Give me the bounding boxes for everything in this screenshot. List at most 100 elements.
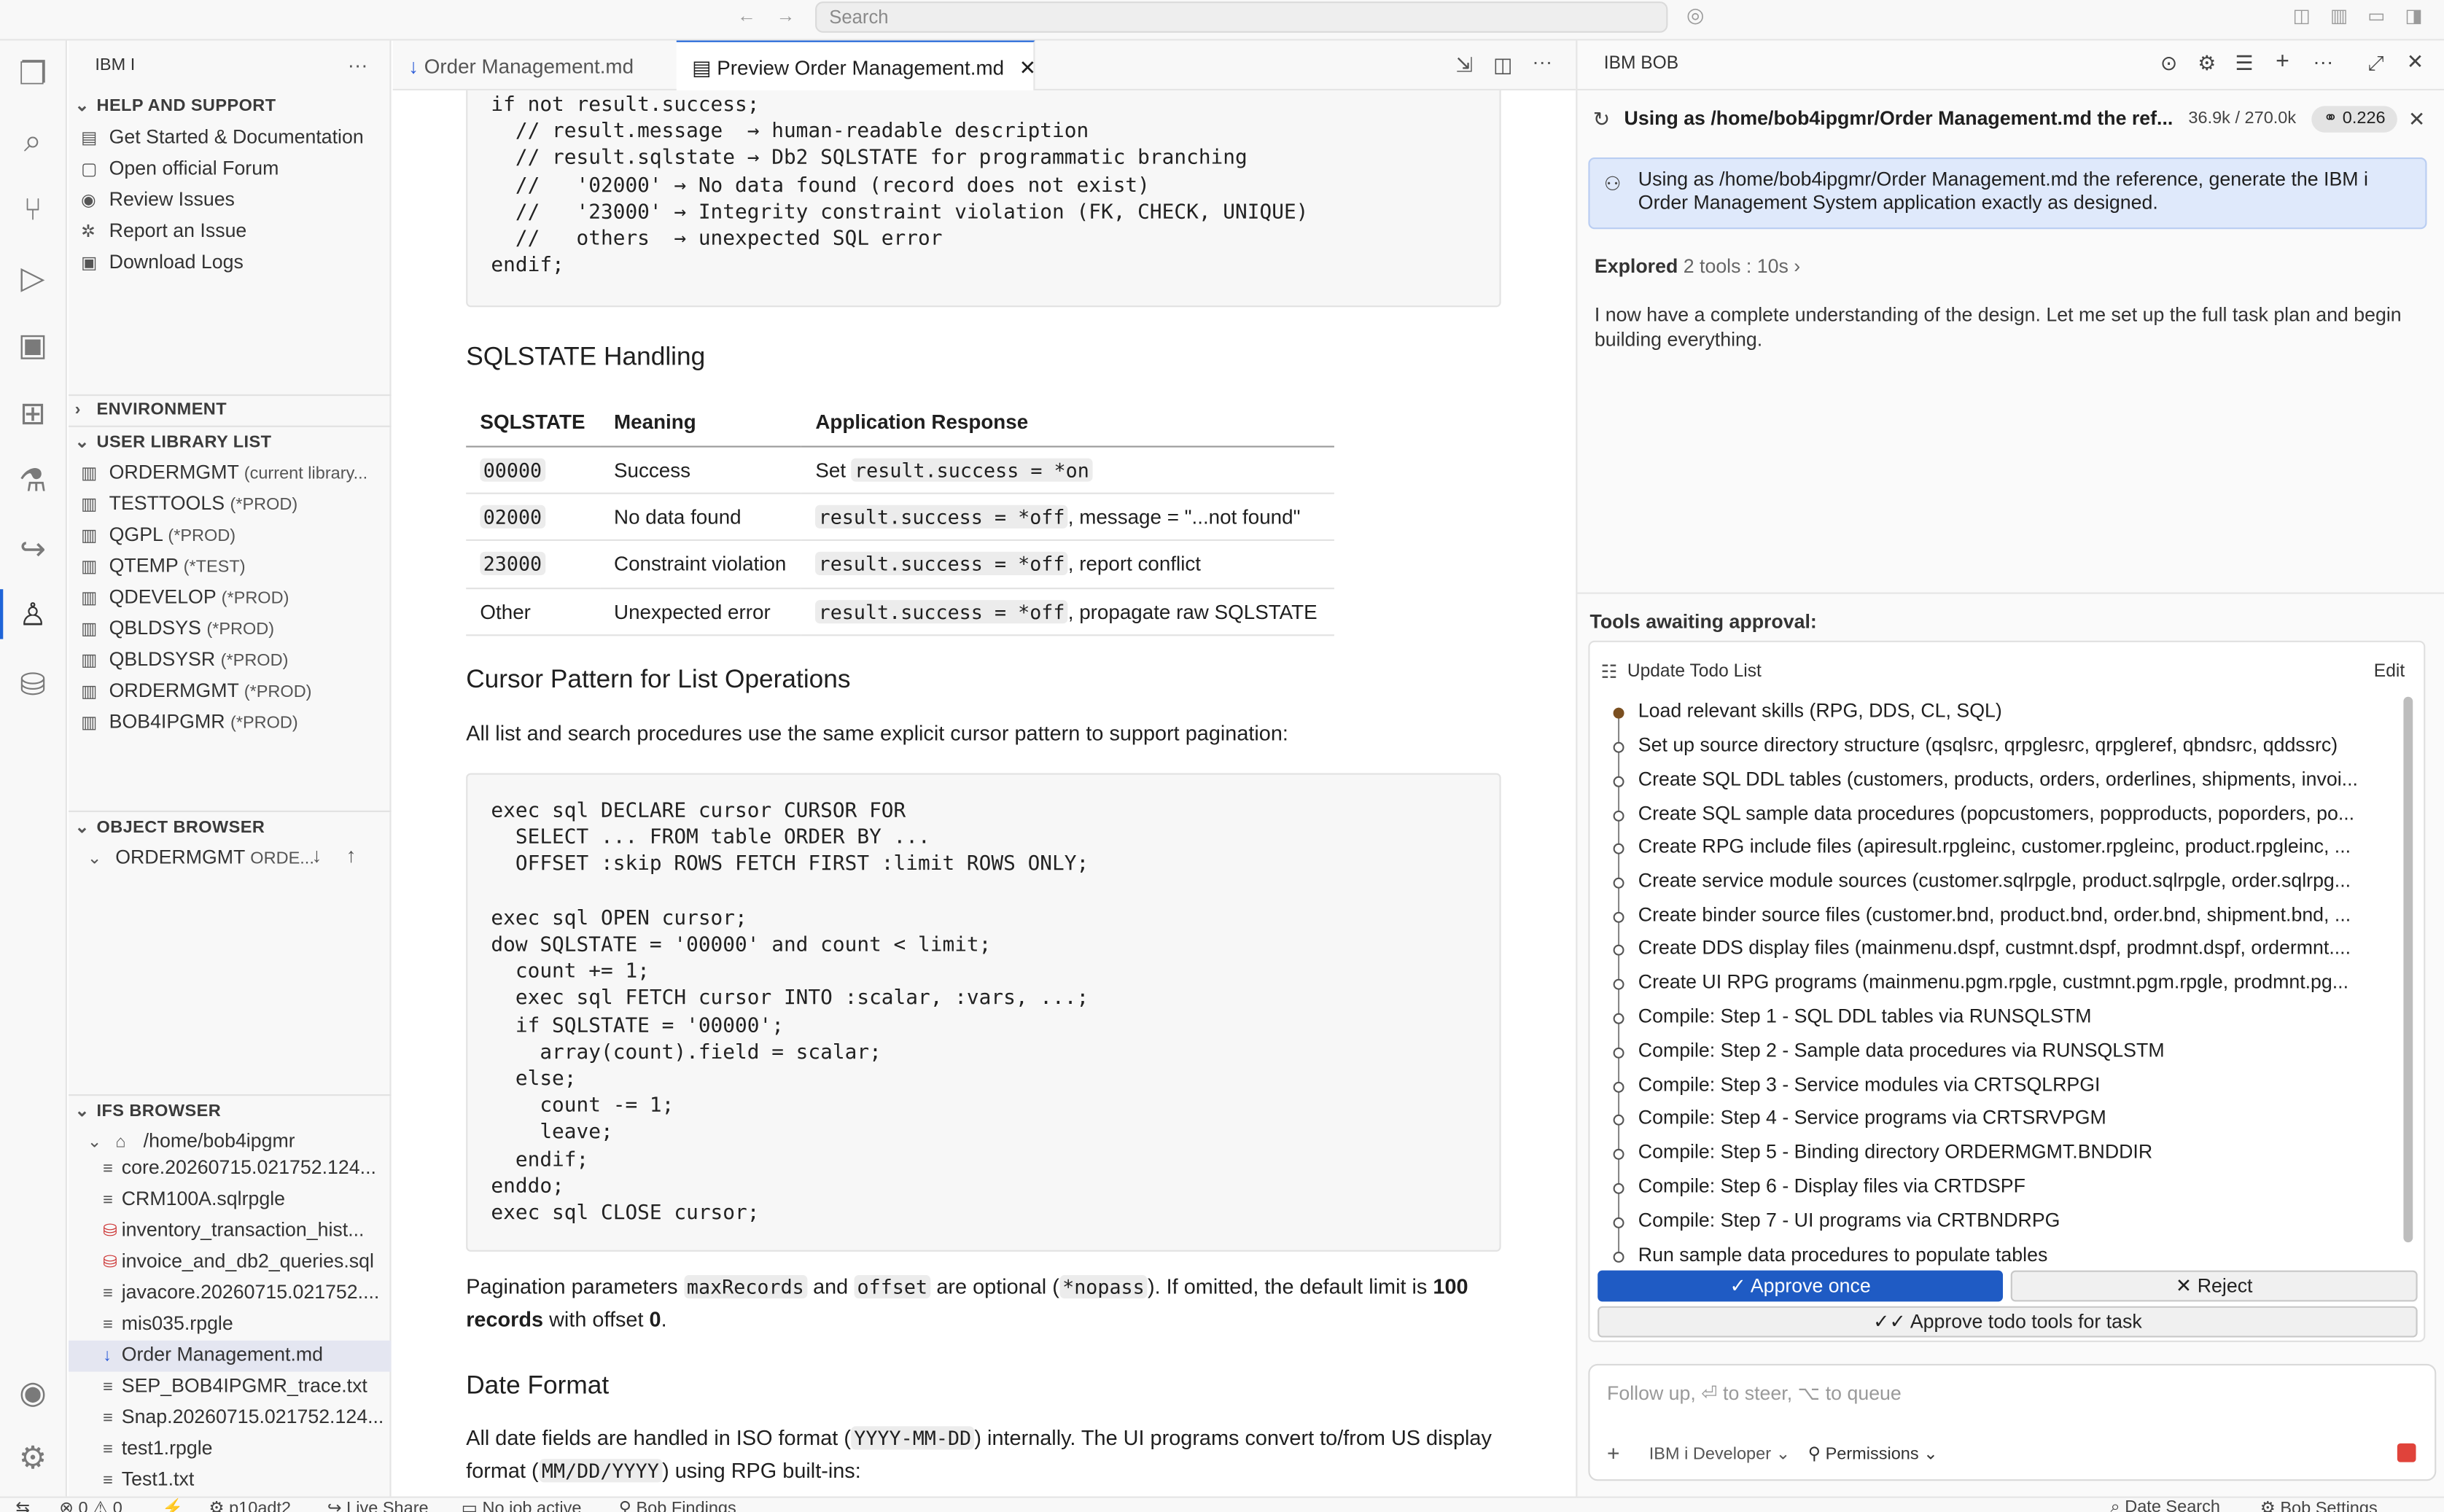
checklist-icon[interactable]: ☰: [2235, 52, 2254, 77]
copilot-icon[interactable]: ◎: [1686, 3, 1704, 28]
ifs-browser-header[interactable]: ⌄ IFS BROWSER: [75, 1101, 222, 1121]
ifs-file[interactable]: ⛁ invoice_and_db2_queries.sql: [103, 1250, 374, 1272]
ibm-i-icon[interactable]: ♙: [12, 596, 53, 636]
approve-once-button[interactable]: ✓ Approve once: [1597, 1270, 2004, 1302]
more-actions-icon[interactable]: ···: [348, 53, 368, 77]
help-item-download-logs[interactable]: ▣ Download Logs: [81, 251, 244, 273]
environment-section-header[interactable]: › ENVIRONMENT: [75, 401, 227, 420]
database-icon[interactable]: ⛁: [12, 666, 53, 706]
sort-up-icon[interactable]: ↑: [346, 843, 357, 867]
explored-row[interactable]: Explored 2 tools : 10s ›: [1595, 256, 1800, 278]
source-control-icon[interactable]: ⑂: [12, 190, 53, 231]
ifs-file[interactable]: ≡ javacore.20260715.021752....: [103, 1282, 379, 1303]
layout-toggle-icon[interactable]: ◫: [2293, 4, 2311, 26]
play-icon[interactable]: ⊙: [2160, 52, 2177, 77]
mode-selector[interactable]: IBM i Developer ⌄: [1649, 1443, 1791, 1464]
todo-dot: [1613, 944, 1624, 956]
library-item[interactable]: ▥ QGPL (*PROD): [81, 523, 236, 545]
todo-item: Compile: Step 2 - Sample data procedures…: [1638, 1040, 2165, 1062]
library-item[interactable]: ▥ QBLDSYS (*PROD): [81, 617, 274, 639]
help-item-forum[interactable]: ▢ Open official Forum: [81, 157, 279, 179]
task-title: Using as /home/bob4ipgmr/Order Managemen…: [1624, 107, 2173, 130]
ifs-file-selected[interactable]: ↓ Order Management.md: [103, 1344, 323, 1365]
problems-indicator[interactable]: ⊗ 0 ⚠ 0: [59, 1498, 122, 1512]
secondary-sidebar-toggle-icon[interactable]: ◨: [2405, 4, 2423, 26]
command-search-input[interactable]: Search: [815, 1, 1668, 33]
user-prompt-text: Using as /home/bob4ipgmr/Order Managemen…: [1638, 168, 2368, 214]
sort-down-icon[interactable]: ↓: [312, 843, 322, 867]
object-browser-header[interactable]: ⌄ OBJECT BROWSER: [75, 817, 265, 838]
more-actions-icon[interactable]: ···: [2313, 50, 2333, 73]
close-icon[interactable]: ✕: [2407, 50, 2424, 74]
search-icon[interactable]: ⌕: [12, 122, 53, 163]
ifs-file[interactable]: ≡ Snap.20260715.021752.124...: [103, 1406, 384, 1428]
library-item[interactable]: ▥ ORDERMGMT (current library...: [81, 461, 367, 483]
library-section-header[interactable]: ⌄ USER LIBRARY LIST: [75, 432, 272, 452]
new-chat-icon[interactable]: +: [2276, 48, 2289, 74]
library-item[interactable]: ▥ QDEVELOP (*PROD): [81, 586, 289, 608]
panel-toggle-icon[interactable]: ▭: [2367, 4, 2385, 26]
open-source-icon[interactable]: ⇲: [1456, 53, 1473, 78]
bob-findings[interactable]: ⚲ Bob Findings: [619, 1498, 736, 1512]
help-item-report-issue[interactable]: ✲ Report an Issue: [81, 219, 246, 241]
todo-dot: [1613, 911, 1624, 923]
ifs-file[interactable]: ≡ test1.rpgle: [103, 1437, 212, 1459]
live-share-icon[interactable]: ↪: [12, 530, 53, 571]
library-item[interactable]: ▥ ORDERMGMT (*PROD): [81, 679, 311, 701]
library-item[interactable]: ▥ QBLDSYSR (*PROD): [81, 648, 288, 670]
live-share-status[interactable]: ↪ Live Share: [327, 1498, 429, 1512]
scrollbar[interactable]: [2403, 696, 2413, 1243]
approve-task-button[interactable]: ✓✓ Approve todo tools for task: [1597, 1306, 2418, 1338]
add-context-icon[interactable]: +: [1607, 1441, 1620, 1465]
ifs-file[interactable]: ⛁ inventory_transaction_hist...: [103, 1219, 364, 1241]
ifs-root-folder[interactable]: ⌄ ⌂/home/bob4ipgmr: [87, 1130, 295, 1152]
todo-dot: [1613, 776, 1624, 787]
maximize-icon[interactable]: ⤢: [2367, 52, 2383, 77]
close-task-icon[interactable]: ✕: [2408, 108, 2425, 133]
chat-input-box[interactable]: Follow up, ⏎ to steer, ⌥ to queue + IBM …: [1588, 1363, 2437, 1481]
connection-status[interactable]: ⚙ p10adt2: [209, 1498, 291, 1512]
gear-icon[interactable]: ⚙: [2198, 52, 2216, 77]
library-item[interactable]: ▥ QTEMP (*TEST): [81, 555, 245, 577]
help-item-docs[interactable]: ▤ Get Started & Documentation: [81, 126, 364, 148]
account-icon[interactable]: ◉: [12, 1373, 53, 1414]
split-editor-icon[interactable]: ◫: [1493, 53, 1512, 78]
database-file-icon: ⛁: [103, 1253, 117, 1272]
forward-arrow-icon[interactable]: →: [777, 4, 795, 26]
ifs-file[interactable]: ≡ SEP_BOB4IPGMR_trace.txt: [103, 1375, 367, 1397]
ifs-file[interactable]: ≡ Test1.txt: [103, 1468, 194, 1490]
testing-icon[interactable]: ⚗: [12, 461, 53, 502]
help-item-review-issues[interactable]: ◉ Review Issues: [81, 189, 235, 211]
permissions-selector[interactable]: ⚲ Permissions ⌄: [1808, 1443, 1938, 1464]
ifs-file[interactable]: ≡ core.20260715.021752.124...: [103, 1157, 376, 1179]
settings-gear-icon[interactable]: ⚙: [12, 1439, 53, 1480]
sqlstate-table: SQLSTATE Meaning Application Response 00…: [466, 399, 1334, 636]
back-arrow-icon[interactable]: ←: [737, 4, 756, 26]
table-row: 02000 No data found result.success = *of…: [466, 493, 1334, 542]
library-item[interactable]: ▥ BOB4IPGMR (*PROD): [81, 711, 298, 733]
ifs-file[interactable]: ≡ CRM100A.sqlrpgle: [103, 1188, 285, 1209]
chevron-down-icon: ⌄: [74, 433, 90, 453]
remote-icon[interactable]: ⇆: [15, 1498, 30, 1512]
stop-button[interactable]: [2397, 1443, 2416, 1462]
plug-icon[interactable]: ⚡: [162, 1498, 183, 1512]
object-filter-item[interactable]: ⌄ ORDERMGMT ORDE...: [87, 846, 314, 868]
run-debug-icon[interactable]: ▷: [12, 259, 53, 300]
reject-button[interactable]: ✕ Reject: [2010, 1270, 2418, 1302]
close-icon[interactable]: ✕: [1019, 56, 1036, 79]
remote-explorer-icon[interactable]: ▣: [12, 326, 53, 367]
todo-list: Load relevant skills (RPG, DDS, CL, SQL)…: [1590, 689, 2401, 1272]
help-section-header[interactable]: ⌄ HELP AND SUPPORT: [75, 95, 276, 116]
date-search[interactable]: ⌕ Date Search: [2111, 1498, 2220, 1512]
explorer-icon[interactable]: ❐: [12, 55, 53, 96]
library-item[interactable]: ▥ TESTTOOLS (*PROD): [81, 493, 297, 515]
ifs-file[interactable]: ≡ mis035.rpgle: [103, 1312, 233, 1334]
sidebar-toggle-icon[interactable]: ▥: [2330, 4, 2348, 26]
code-block: exec sql DECLARE cursor CURSOR FOR SELEC…: [466, 773, 1501, 1252]
tab-order-management-md[interactable]: ↓ Order Management.md: [393, 41, 677, 90]
edit-todos-button[interactable]: Edit: [2374, 663, 2405, 682]
tab-preview-order-management[interactable]: ▤ Preview Order Management.md ✕: [676, 40, 1036, 91]
extensions-icon[interactable]: ⊞: [12, 394, 53, 435]
more-actions-icon[interactable]: ···: [1532, 50, 1552, 73]
bob-settings[interactable]: ⚙ Bob Settings: [2260, 1498, 2378, 1512]
